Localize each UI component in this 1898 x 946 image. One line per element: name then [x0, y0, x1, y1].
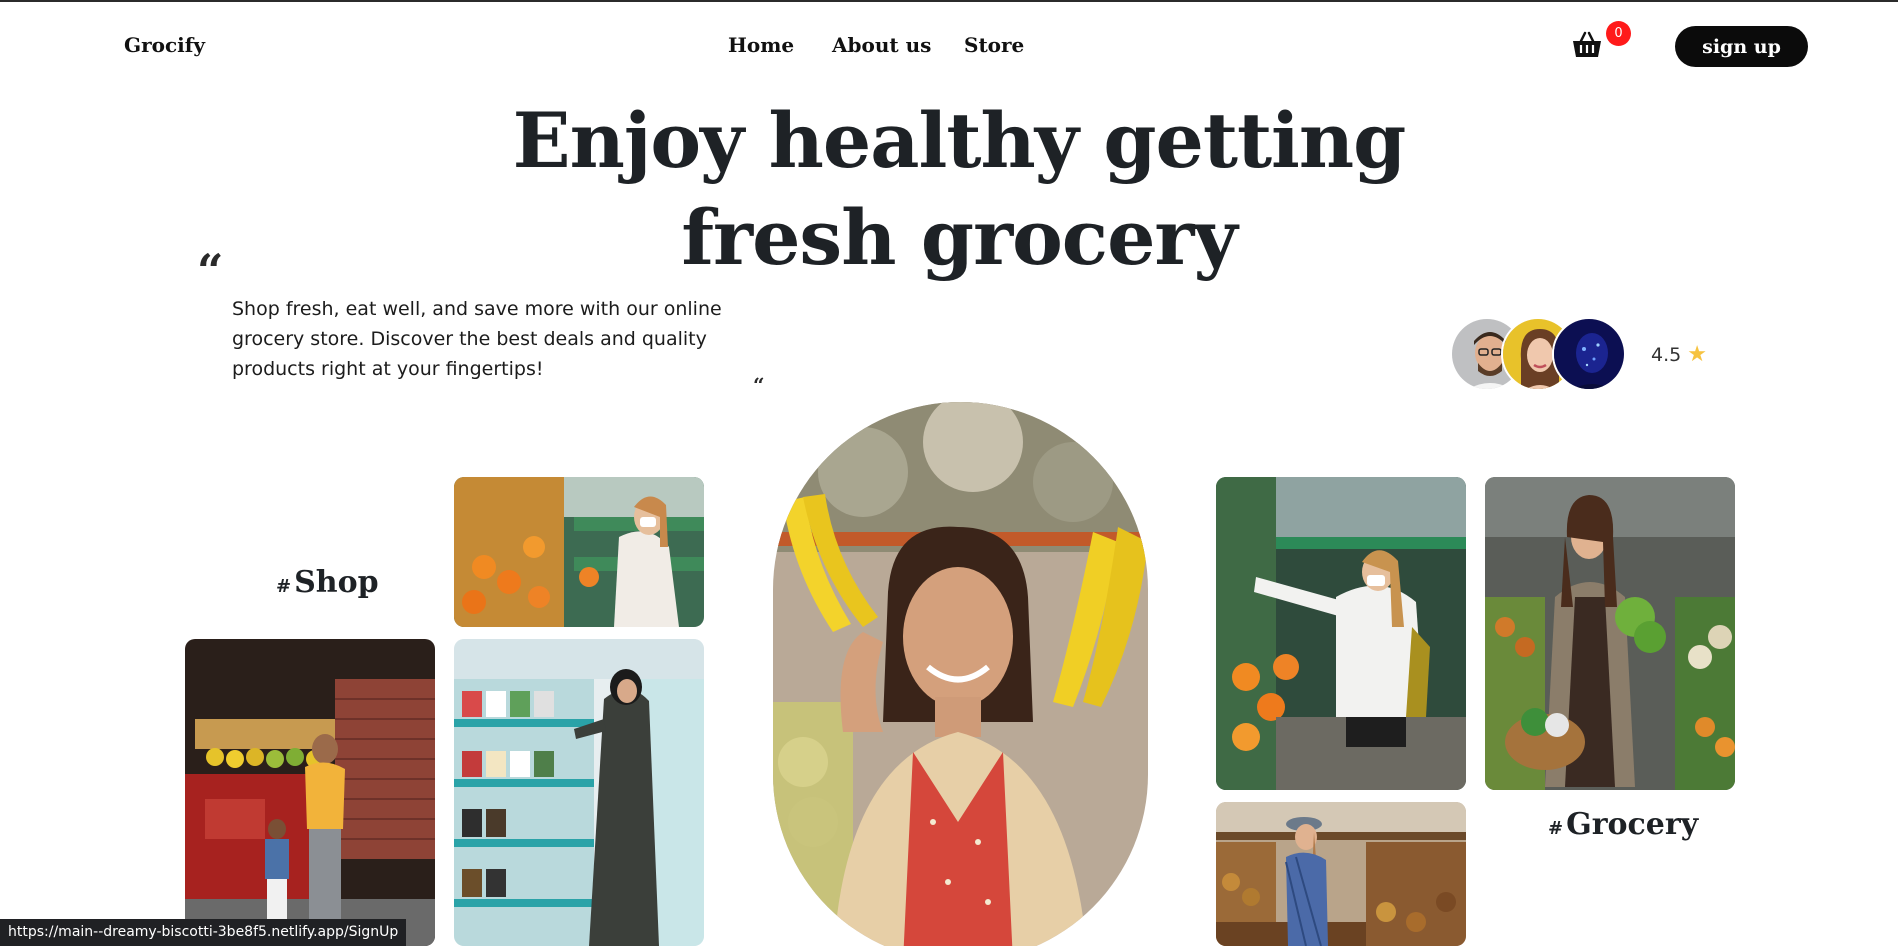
status-bar-url: https://main--dreamy-biscotti-3be8f5.net…	[0, 919, 407, 946]
photo-woman-vegetable-basket	[1485, 477, 1735, 790]
shop-tag-label: Shop	[294, 565, 379, 600]
hero-headline-text: Enjoy healthy getting fresh grocery	[512, 96, 1407, 282]
rating: 4.5 ★	[1651, 342, 1707, 367]
quote-close-icon: “	[753, 373, 765, 397]
photo-family-fruit-stand	[185, 639, 435, 946]
nav-store-link[interactable]: Store	[964, 33, 1024, 57]
star-icon: ★	[1687, 342, 1707, 367]
basket-icon	[1573, 31, 1601, 57]
grocery-tag-label: Grocery	[1566, 807, 1699, 842]
nav-about-link[interactable]: About us	[832, 33, 931, 57]
grocery-tag: # Grocery	[1548, 807, 1698, 842]
hero-headline: Enjoy healthy getting fresh grocery	[0, 92, 1898, 286]
nav-home-link[interactable]: Home	[728, 33, 794, 57]
cart-count-badge: 0	[1606, 21, 1631, 46]
window-top-border	[0, 0, 1898, 2]
grocery-hash: #	[1548, 818, 1564, 839]
photo-woman-mask-shelf	[1216, 477, 1466, 790]
quote-open-icon: “	[197, 244, 224, 298]
shop-tag: # Shop	[276, 565, 379, 600]
shop-hash: #	[276, 576, 292, 597]
reviewer-avatar-3	[1552, 317, 1626, 391]
signup-button[interactable]: sign up	[1675, 26, 1808, 67]
rating-value: 4.5	[1651, 344, 1682, 366]
photo-woman-nut-market	[1216, 802, 1466, 946]
photo-woman-dairy-aisle	[454, 639, 704, 946]
hero-tagline: Shop fresh, eat well, and save more with…	[232, 298, 722, 380]
photo-woman-bananas	[773, 402, 1148, 946]
photo-woman-oranges	[454, 477, 704, 627]
cart-button[interactable]	[1570, 30, 1604, 60]
